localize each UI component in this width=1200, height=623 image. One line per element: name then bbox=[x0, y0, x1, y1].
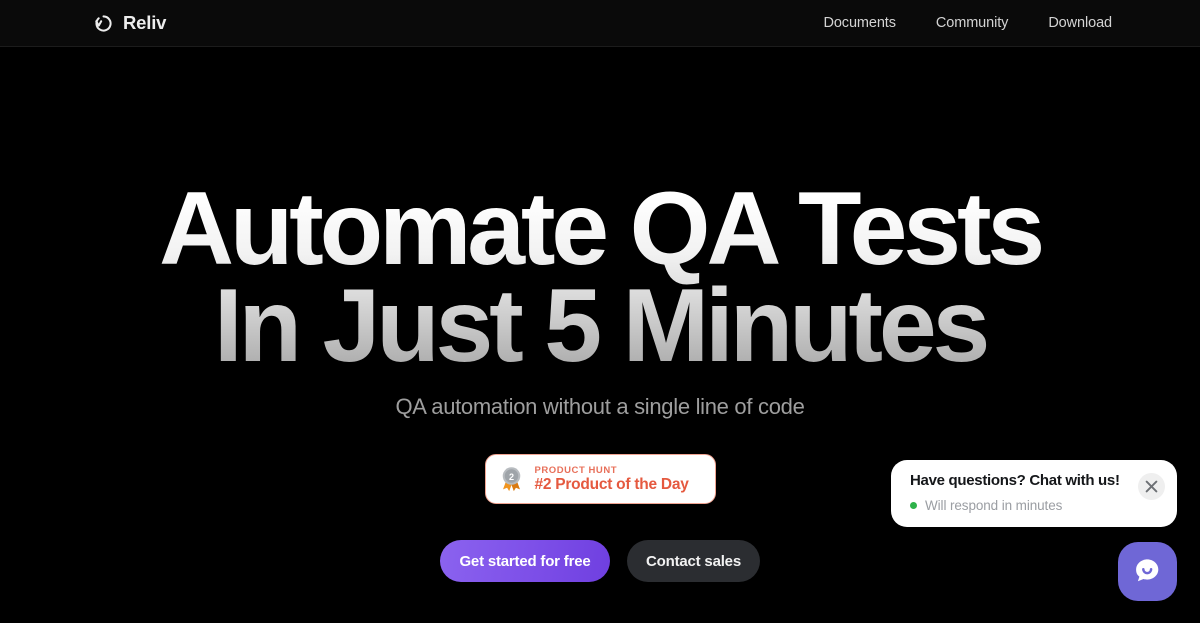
cta-row: Get started for free Contact sales bbox=[440, 540, 760, 583]
contact-sales-button[interactable]: Contact sales bbox=[627, 540, 760, 583]
hero-subtitle: QA automation without a single line of c… bbox=[395, 394, 805, 420]
headline-line-1: Automate QA Tests bbox=[158, 171, 1042, 287]
get-started-button[interactable]: Get started for free bbox=[440, 540, 610, 583]
chat-status-label: Will respond in minutes bbox=[925, 497, 1063, 513]
site-header: Reliv Documents Community Download bbox=[0, 0, 1200, 47]
online-status-dot bbox=[910, 501, 917, 509]
nav-item-documents[interactable]: Documents bbox=[823, 15, 896, 31]
hero-section: Automate QA Tests In Just 5 Minutes QA a… bbox=[0, 47, 1200, 623]
silver-medal-icon: 2 bbox=[498, 466, 525, 493]
chat-prompt-card[interactable]: Have questions? Chat with us! Will respo… bbox=[891, 460, 1177, 527]
product-hunt-kicker: PRODUCT HUNT bbox=[534, 464, 618, 476]
product-hunt-title: #2 Product of the Day bbox=[534, 476, 689, 494]
page-title: Automate QA Tests In Just 5 Minutes bbox=[159, 181, 1041, 374]
main-nav: Documents Community Download bbox=[823, 15, 1112, 31]
chat-prompt-title: Have questions? Chat with us! bbox=[910, 472, 1120, 489]
brand-name: Reliv bbox=[123, 11, 167, 33]
nav-item-download[interactable]: Download bbox=[1048, 15, 1112, 31]
brand-logo[interactable]: Reliv bbox=[93, 13, 166, 34]
product-hunt-text: PRODUCT HUNT #2 Product of the Day bbox=[535, 466, 689, 494]
product-hunt-badge[interactable]: 2 PRODUCT HUNT #2 Product of the Day bbox=[484, 454, 716, 505]
landing-page: Reliv Documents Community Download Autom… bbox=[0, 0, 1200, 623]
nav-item-community[interactable]: Community bbox=[936, 15, 1009, 31]
reliv-loop-logo-icon bbox=[93, 13, 114, 34]
close-icon[interactable] bbox=[1138, 473, 1165, 500]
chat-status: Will respond in minutes bbox=[910, 498, 1163, 513]
chat-bubble-smile-icon[interactable] bbox=[1118, 542, 1177, 601]
svg-text:2: 2 bbox=[508, 472, 513, 482]
headline-line-2: In Just 5 Minutes bbox=[213, 267, 987, 384]
